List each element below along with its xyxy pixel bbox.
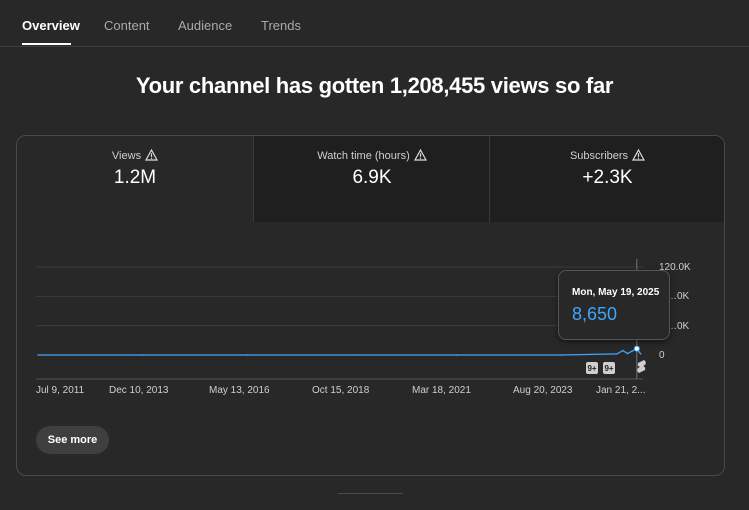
video-marker[interactable]: 9+ bbox=[586, 362, 598, 374]
x-tick-label: Dec 10, 2013 bbox=[109, 385, 169, 396]
x-tick-label: Jul 9, 2011 bbox=[36, 385, 85, 396]
data-point[interactable] bbox=[639, 353, 642, 355]
metric-value-subscribers: +2.3K bbox=[582, 167, 633, 188]
metric-label-row: Subscribers bbox=[490, 148, 724, 164]
tab-audience[interactable]: Audience bbox=[178, 18, 232, 33]
x-tick-label: Jan 21, 2... bbox=[596, 385, 646, 396]
y-tick-label: …0K bbox=[667, 321, 690, 332]
metric-label-watch-time: Watch time (hours) bbox=[317, 150, 410, 162]
video-marker-label: 9+ bbox=[587, 364, 596, 373]
data-point[interactable] bbox=[455, 354, 458, 356]
metric-tab-subscribers[interactable]: Subscribers +2.3K bbox=[489, 136, 724, 222]
metric-value-watch-time: 6.9K bbox=[352, 167, 392, 188]
data-point[interactable] bbox=[246, 354, 249, 356]
tooltip-date: Mon, May 19, 2025 bbox=[572, 287, 660, 298]
metric-value-views: 1.2M bbox=[113, 167, 157, 188]
shorts-icon[interactable] bbox=[637, 360, 646, 373]
tab-overview[interactable]: Overview bbox=[22, 18, 80, 33]
x-tick-label: Mar 18, 2021 bbox=[412, 385, 471, 396]
chart-tooltip: Mon, May 19, 2025 8,650 bbox=[558, 270, 670, 340]
metric-tab-views[interactable]: Views 1.2M bbox=[17, 136, 253, 222]
tab-content[interactable]: Content bbox=[104, 18, 150, 33]
data-point[interactable] bbox=[560, 354, 563, 356]
hover-point[interactable] bbox=[633, 345, 640, 352]
metric-label-subscribers: Subscribers bbox=[569, 150, 629, 162]
see-more-button[interactable]: See more bbox=[36, 426, 109, 454]
metric-label-views: Views bbox=[111, 150, 142, 162]
x-tick-label: May 13, 2016 bbox=[209, 385, 270, 396]
warning-icon[interactable] bbox=[632, 148, 646, 164]
page-headline: Your channel has gotten 1,208,455 views … bbox=[135, 73, 614, 98]
data-point[interactable] bbox=[142, 354, 144, 356]
metric-label-row: Watch time (hours) bbox=[254, 148, 490, 164]
metric-tab-watch-time[interactable]: Watch time (hours) 6.9K bbox=[253, 136, 490, 222]
views-series-line bbox=[38, 347, 642, 356]
tooltip-value: 8,650 bbox=[572, 304, 618, 324]
data-point[interactable] bbox=[37, 354, 40, 356]
y-tick-label: …0K bbox=[667, 291, 690, 302]
data-point[interactable] bbox=[626, 352, 629, 355]
warning-icon[interactable] bbox=[413, 148, 427, 164]
data-point[interactable] bbox=[351, 354, 353, 356]
data-point[interactable] bbox=[616, 353, 618, 355]
active-tab-indicator bbox=[22, 43, 71, 45]
video-marker[interactable]: 9+ bbox=[603, 362, 615, 374]
tab-bar: Overview Content Audience Trends bbox=[0, 0, 749, 47]
x-tick-label: Aug 20, 2023 bbox=[513, 385, 573, 396]
x-tick-label: Oct 15, 2018 bbox=[312, 385, 370, 396]
metric-label-row: Views bbox=[17, 148, 253, 164]
warning-icon[interactable] bbox=[145, 148, 159, 164]
y-tick-label: 0 bbox=[659, 350, 665, 361]
divider bbox=[338, 493, 403, 494]
tab-trends[interactable]: Trends bbox=[261, 18, 301, 33]
data-point[interactable] bbox=[622, 349, 624, 352]
video-marker-label: 9+ bbox=[604, 364, 613, 373]
shorts-icon-shape bbox=[637, 360, 646, 373]
